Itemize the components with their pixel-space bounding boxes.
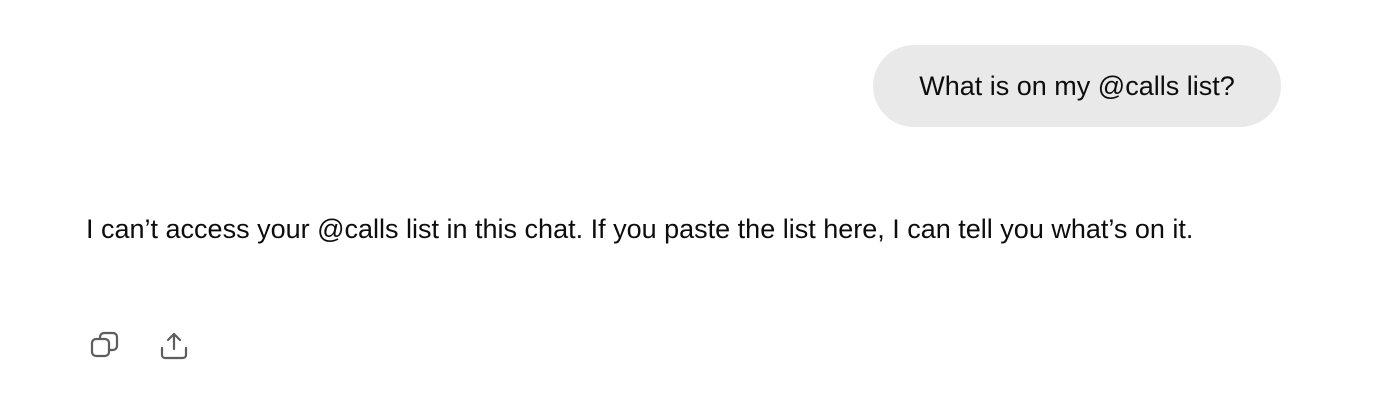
chat-thread: What is on my @calls list? I can’t acces… xyxy=(0,0,1400,411)
share-icon xyxy=(157,329,191,363)
assistant-message-text: I can’t access your @calls list in this … xyxy=(86,214,1194,244)
user-message-bubble: What is on my @calls list? xyxy=(873,45,1281,127)
message-actions xyxy=(86,326,194,366)
copy-button[interactable] xyxy=(86,326,126,366)
copy-icon xyxy=(89,329,123,363)
share-button[interactable] xyxy=(154,326,194,366)
user-message-text: What is on my @calls list? xyxy=(919,70,1235,101)
